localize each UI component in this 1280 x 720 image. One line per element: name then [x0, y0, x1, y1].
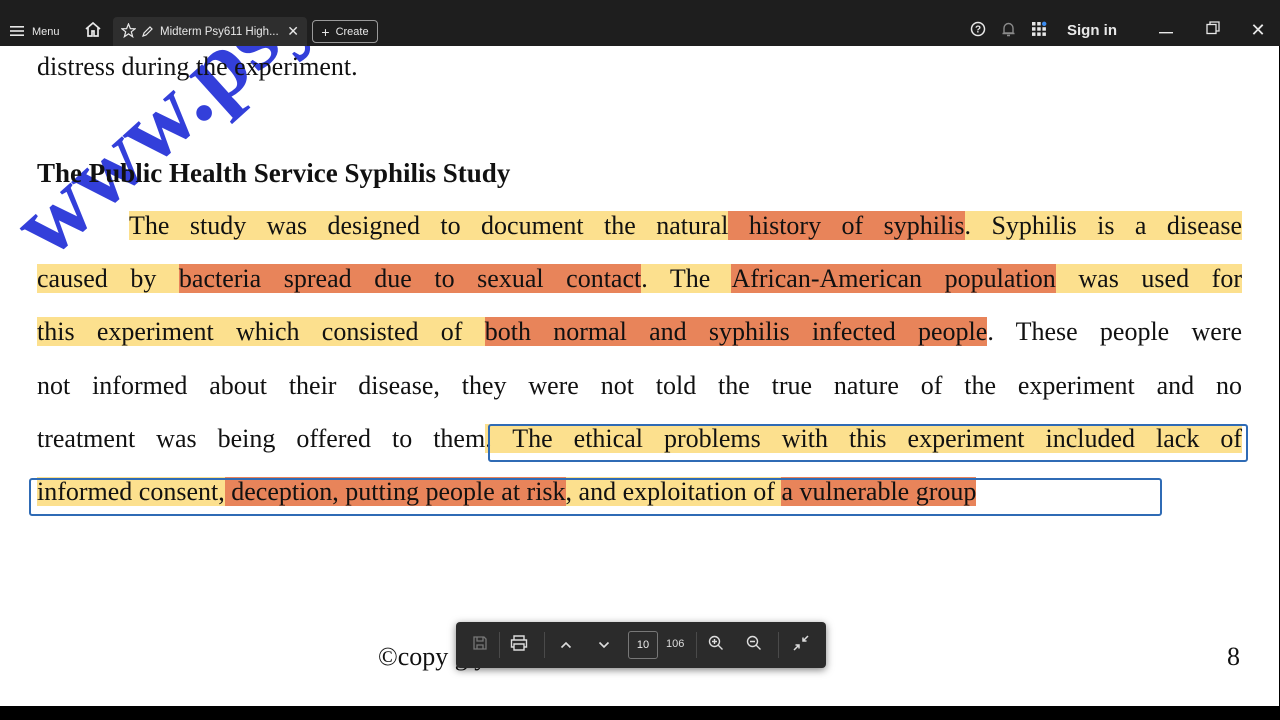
- edit-pen-icon: [142, 25, 154, 40]
- menu-button[interactable]: Menu: [10, 18, 60, 46]
- paragraph-line-4: not informed about their disease, they w…: [37, 371, 1242, 400]
- save-button[interactable]: [469, 634, 491, 656]
- restore-window-button[interactable]: [1204, 20, 1222, 40]
- apps-grid-icon: [1031, 21, 1047, 42]
- highlight-orange[interactable]: both normal and syphilis infected people: [484, 317, 988, 346]
- highlight-orange[interactable]: history of syphilis: [728, 211, 965, 240]
- apps-button[interactable]: [1030, 21, 1048, 42]
- create-button[interactable]: + Create: [312, 20, 378, 43]
- plain-text: treatment was being offered to them: [37, 424, 486, 453]
- total-pages: 106: [666, 638, 685, 650]
- menu-label: Menu: [32, 26, 60, 38]
- highlight-yellow[interactable]: The study was designed to document the n…: [129, 211, 729, 240]
- highlight-yellow[interactable]: this experiment which consisted of: [37, 317, 485, 346]
- highlight-yellow[interactable]: was used for: [1055, 264, 1242, 293]
- toolbar-divider: [778, 632, 779, 658]
- zoom-out-button[interactable]: [743, 634, 765, 656]
- save-icon: [472, 635, 488, 656]
- home-icon: [84, 21, 102, 42]
- minimize-window-button[interactable]: [1157, 20, 1175, 40]
- toolbar-divider: [696, 632, 697, 658]
- paragraph-line-3: this experiment which consisted of both …: [37, 317, 1242, 347]
- paragraph-line-2: caused by bacteria spread due to sexual …: [37, 264, 1242, 294]
- chevron-up-icon: [560, 636, 572, 654]
- previous-paragraph-end: distress during the experiment.: [37, 52, 358, 81]
- previous-page-button[interactable]: [555, 634, 577, 656]
- toolbar-divider: [499, 632, 500, 658]
- close-window-button[interactable]: ✕: [1249, 20, 1267, 40]
- print-button[interactable]: [508, 634, 530, 656]
- highlight-yellow[interactable]: . Syphilis is a disease: [964, 211, 1242, 240]
- text-selection-outline[interactable]: [29, 478, 1162, 516]
- restore-icon: [1206, 20, 1220, 40]
- highlight-yellow[interactable]: caused by: [37, 264, 179, 293]
- minimize-icon: [1159, 21, 1173, 39]
- collapse-arrows-icon: [793, 634, 809, 656]
- tab-title: Midterm Psy611 High...: [160, 26, 279, 38]
- tab-document[interactable]: Midterm Psy611 High... ✕: [113, 17, 307, 47]
- star-icon[interactable]: [120, 22, 137, 41]
- zoom-in-button[interactable]: [705, 634, 727, 656]
- toolbar-divider: [544, 632, 545, 658]
- page-number: 8: [1227, 642, 1240, 671]
- create-label: Create: [335, 25, 369, 38]
- close-tab-icon[interactable]: ✕: [287, 23, 299, 40]
- print-icon: [510, 634, 528, 656]
- current-page-input[interactable]: 10: [628, 631, 658, 659]
- app-top-bar: Menu Midterm Psy611 High... ✕ + Create ?: [0, 0, 1280, 47]
- hamburger-icon: [10, 25, 24, 40]
- highlight-yellow[interactable]: . The: [641, 264, 732, 293]
- highlight-yellow[interactable]: . These people were: [987, 317, 1242, 346]
- plus-icon: +: [321, 23, 330, 40]
- floating-page-toolbar: 10 106: [456, 622, 826, 668]
- home-button[interactable]: [82, 20, 104, 42]
- close-window-icon: ✕: [1250, 19, 1266, 40]
- chevron-down-icon: [598, 636, 610, 654]
- bell-icon: [1001, 21, 1016, 42]
- section-heading: The Public Health Service Syphilis Study: [37, 158, 511, 188]
- sign-in-button[interactable]: Sign in: [1067, 22, 1117, 39]
- text-selection-outline[interactable]: [488, 424, 1248, 462]
- paragraph-line-1: The study was designed to document the n…: [37, 211, 1242, 241]
- exit-fullscreen-button[interactable]: [790, 634, 812, 656]
- zoom-in-icon: [708, 635, 724, 656]
- notifications-button[interactable]: [999, 22, 1017, 40]
- bottom-black-strip: [0, 706, 1280, 720]
- highlight-orange[interactable]: African-American population: [731, 264, 1056, 293]
- document-page: www.psyc distress during the experiment.…: [0, 46, 1279, 706]
- svg-text:?: ?: [975, 24, 981, 35]
- highlight-orange[interactable]: bacteria spread due to sexual contact: [178, 264, 642, 293]
- help-icon: ?: [970, 21, 986, 42]
- next-page-button[interactable]: [593, 634, 615, 656]
- zoom-out-icon: [746, 635, 762, 656]
- help-button[interactable]: ?: [969, 21, 987, 42]
